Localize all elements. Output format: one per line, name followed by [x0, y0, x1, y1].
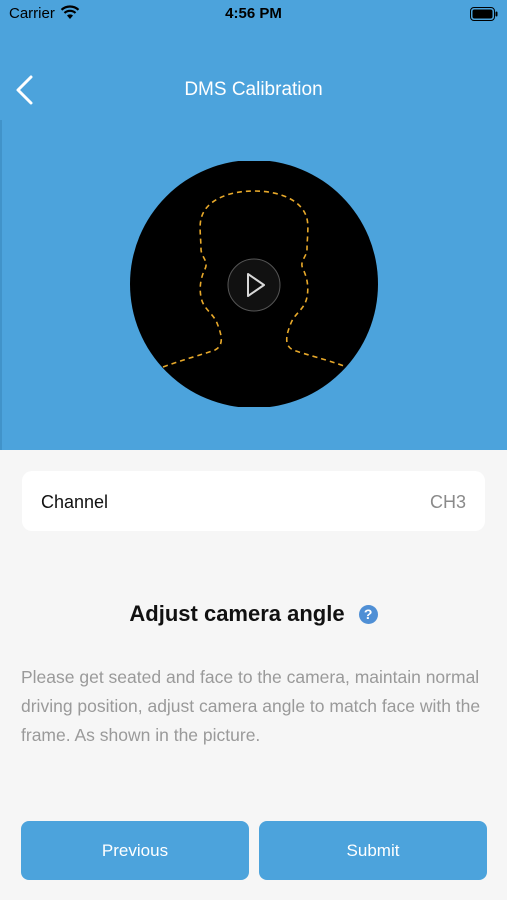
previous-button[interactable]: Previous — [21, 821, 249, 880]
navigation-bar: DMS Calibration — [0, 66, 507, 114]
battery-icon — [470, 7, 498, 21]
channel-label: Channel — [41, 492, 109, 512]
instruction-text: Please get seated and face to the camera… — [21, 667, 481, 745]
channel-value: CH3 — [429, 492, 466, 512]
channel-selector[interactable]: Channel CH3 — [22, 471, 485, 531]
preview-divider — [0, 120, 2, 450]
status-time: 4:56 PM — [225, 5, 282, 22]
camera-preview-header: Carrier 4:56 PM DMS Calibration — [0, 0, 507, 450]
dms-calibration-screen: Carrier 4:56 PM DMS Calibration Channel … — [0, 0, 507, 900]
play-icon — [227, 258, 281, 312]
status-bar: Carrier 4:56 PM — [0, 0, 507, 30]
play-button[interactable] — [227, 258, 281, 312]
instruction-heading: Adjust camera angle? — [0, 601, 507, 627]
help-icon[interactable]: ? — [358, 604, 378, 624]
page-title: DMS Calibration — [184, 79, 323, 100]
instruction-title: Adjust camera angle — [129, 601, 345, 626]
submit-button[interactable]: Submit — [259, 821, 487, 880]
